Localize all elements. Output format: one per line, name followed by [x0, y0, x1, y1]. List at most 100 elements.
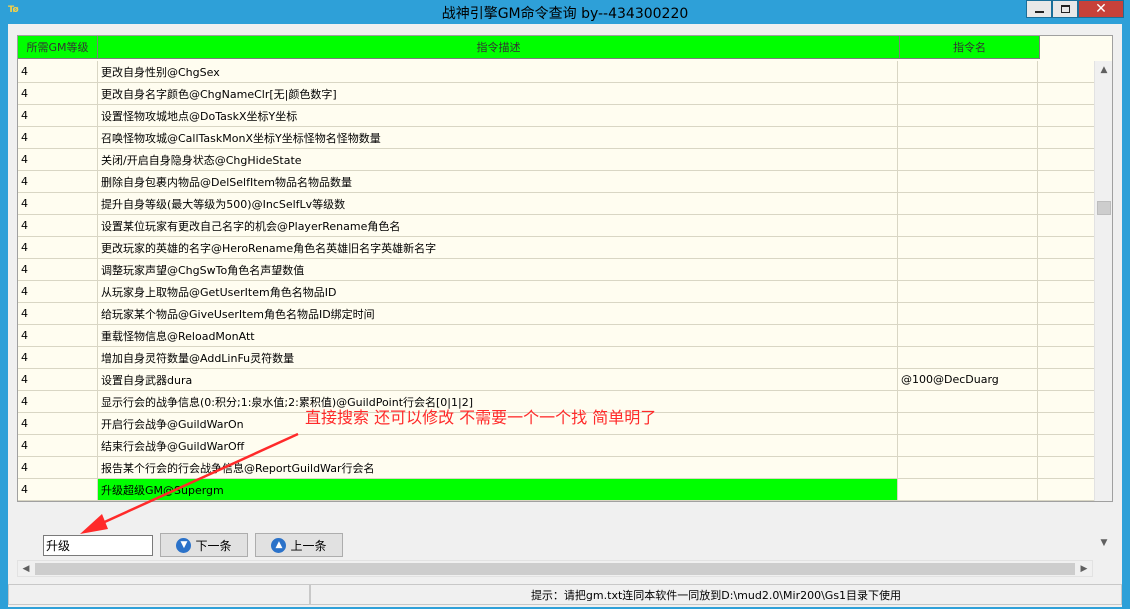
- cell-name[interactable]: [898, 325, 1038, 347]
- table-row[interactable]: 4 设置某位玩家有更改自己名字的机会@PlayerRename角色名: [18, 215, 1094, 237]
- cell-level[interactable]: 4: [18, 347, 98, 369]
- cell-level[interactable]: 4: [18, 127, 98, 149]
- cell-level[interactable]: 4: [18, 281, 98, 303]
- vertical-scrollbar[interactable]: ▲: [1094, 61, 1112, 501]
- cell-level[interactable]: 4: [18, 391, 98, 413]
- cell-level[interactable]: 4: [18, 479, 98, 501]
- cell-name[interactable]: [898, 347, 1038, 369]
- cell-name[interactable]: @100@DecDuarg: [898, 369, 1038, 391]
- scroll-down-arrow-icon[interactable]: ▼: [1095, 534, 1113, 551]
- cell-description[interactable]: 增加自身灵符数量@AddLinFu灵符数量: [98, 347, 898, 369]
- table-row[interactable]: 4 给玩家某个物品@GiveUserItem角色名物品ID绑定时间: [18, 303, 1094, 325]
- cell-level[interactable]: 4: [18, 83, 98, 105]
- cell-description[interactable]: 更改自身性别@ChgSex: [98, 61, 898, 83]
- table-row[interactable]: 4 更改自身性别@ChgSex: [18, 61, 1094, 83]
- cell-name[interactable]: [898, 457, 1038, 479]
- table-row[interactable]: 4 从玩家身上取物品@GetUserItem角色名物品ID: [18, 281, 1094, 303]
- cell-description[interactable]: 从玩家身上取物品@GetUserItem角色名物品ID: [98, 281, 898, 303]
- maximize-button[interactable]: [1052, 0, 1078, 18]
- cell-description[interactable]: 重载天关奖励配置文件@ReloadSkyPrize: [98, 501, 898, 502]
- scroll-up-arrow-icon[interactable]: ▲: [1095, 61, 1112, 78]
- cell-name[interactable]: [898, 215, 1038, 237]
- cell-level[interactable]: 4: [18, 501, 98, 502]
- vertical-scroll-thumb[interactable]: [1097, 201, 1111, 215]
- cell-name[interactable]: [898, 105, 1038, 127]
- table-row[interactable]: 4重载天关奖励配置文件@ReloadSkyPrize: [18, 501, 1094, 502]
- cell-level[interactable]: 4: [18, 259, 98, 281]
- cell-description[interactable]: 设置自身武器dura: [98, 369, 898, 391]
- table-row[interactable]: 4 提升自身等级(最大等级为500)@IncSelfLv等级数: [18, 193, 1094, 215]
- table-row[interactable]: 4 升级超级GM@Supergm: [18, 479, 1094, 501]
- cell-name[interactable]: [898, 259, 1038, 281]
- cell-description[interactable]: 升级超级GM@Supergm: [98, 479, 898, 501]
- table-row[interactable]: 4 更改自身名字颜色@ChgNameClr[无|颜色数字]: [18, 83, 1094, 105]
- scroll-right-arrow-icon[interactable]: ▶: [1076, 561, 1092, 576]
- cell-name[interactable]: [898, 479, 1038, 501]
- cell-description[interactable]: 更改自身名字颜色@ChgNameClr[无|颜色数字]: [98, 83, 898, 105]
- cell-level[interactable]: 4: [18, 325, 98, 347]
- table-row[interactable]: 4 更改玩家的英雄的名字@HeroRename角色名英雄旧名字英雄新名字: [18, 237, 1094, 259]
- cell-description[interactable]: 调整玩家声望@ChgSwTo角色名声望数值: [98, 259, 898, 281]
- cell-level[interactable]: 4: [18, 193, 98, 215]
- close-button[interactable]: ✕: [1078, 0, 1124, 18]
- cell-name[interactable]: [898, 83, 1038, 105]
- cell-name[interactable]: [898, 501, 1038, 502]
- minimize-button[interactable]: [1026, 0, 1052, 18]
- table-row[interactable]: 4 报告某个行会的行会战争信息@ReportGuildWar行会名: [18, 457, 1094, 479]
- table-row[interactable]: 4 设置自身武器dura @100@DecDuarg: [18, 369, 1094, 391]
- cell-level[interactable]: 4: [18, 61, 98, 83]
- cell-level[interactable]: 4: [18, 237, 98, 259]
- title-bar[interactable]: Tø 战神引擎GM命令查询 by--434300220 ✕: [0, 0, 1130, 24]
- cell-name[interactable]: [898, 61, 1038, 83]
- cell-description[interactable]: 结束行会战争@GuildWarOff: [98, 435, 898, 457]
- cell-description[interactable]: 重载怪物信息@ReloadMonAtt: [98, 325, 898, 347]
- search-input[interactable]: [43, 535, 153, 556]
- cell-filler: [1038, 457, 1094, 479]
- cell-name[interactable]: [898, 171, 1038, 193]
- command-grid: 所需GM等级 指令描述 指令名 4 更改自身性别@ChgSex 4 更改自身名字颜色@…: [17, 35, 1113, 502]
- cell-description[interactable]: 给玩家某个物品@GiveUserItem角色名物品ID绑定时间: [98, 303, 898, 325]
- cell-name[interactable]: [898, 435, 1038, 457]
- column-header-name[interactable]: 指令名: [900, 36, 1040, 59]
- horizontal-scrollbar[interactable]: ◀ ▶: [17, 560, 1093, 577]
- cell-level[interactable]: 4: [18, 149, 98, 171]
- table-row[interactable]: 4 设置怪物攻城地点@DoTaskX坐标Y坐标: [18, 105, 1094, 127]
- cell-level[interactable]: 4: [18, 171, 98, 193]
- cell-level[interactable]: 4: [18, 105, 98, 127]
- table-row[interactable]: 4 关闭/开启自身隐身状态@ChgHideState: [18, 149, 1094, 171]
- table-row[interactable]: 4 调整玩家声望@ChgSwTo角色名声望数值: [18, 259, 1094, 281]
- cell-name[interactable]: [898, 413, 1038, 435]
- cell-description[interactable]: 提升自身等级(最大等级为500)@IncSelfLv等级数: [98, 193, 898, 215]
- cell-name[interactable]: [898, 391, 1038, 413]
- table-row[interactable]: 4 召唤怪物攻城@CallTaskMonX坐标Y坐标怪物名怪物数量: [18, 127, 1094, 149]
- cell-level[interactable]: 4: [18, 413, 98, 435]
- column-header-level[interactable]: 所需GM等级: [18, 36, 98, 59]
- next-result-button[interactable]: ▼ 下一条: [160, 533, 248, 557]
- cell-level[interactable]: 4: [18, 369, 98, 391]
- cell-description[interactable]: 删除自身包裹内物品@DelSelfItem物品名物品数量: [98, 171, 898, 193]
- cell-name[interactable]: [898, 303, 1038, 325]
- cell-description[interactable]: 召唤怪物攻城@CallTaskMonX坐标Y坐标怪物名怪物数量: [98, 127, 898, 149]
- cell-name[interactable]: [898, 193, 1038, 215]
- table-row[interactable]: 4 删除自身包裹内物品@DelSelfItem物品名物品数量: [18, 171, 1094, 193]
- cell-name[interactable]: [898, 281, 1038, 303]
- cell-name[interactable]: [898, 149, 1038, 171]
- cell-name[interactable]: [898, 127, 1038, 149]
- cell-level[interactable]: 4: [18, 435, 98, 457]
- cell-name[interactable]: [898, 237, 1038, 259]
- table-row[interactable]: 4 增加自身灵符数量@AddLinFu灵符数量: [18, 347, 1094, 369]
- scroll-left-arrow-icon[interactable]: ◀: [18, 561, 34, 576]
- cell-description[interactable]: 报告某个行会的行会战争信息@ReportGuildWar行会名: [98, 457, 898, 479]
- cell-level[interactable]: 4: [18, 457, 98, 479]
- cell-level[interactable]: 4: [18, 215, 98, 237]
- table-row[interactable]: 4 结束行会战争@GuildWarOff: [18, 435, 1094, 457]
- cell-description[interactable]: 更改玩家的英雄的名字@HeroRename角色名英雄旧名字英雄新名字: [98, 237, 898, 259]
- horizontal-scroll-thumb[interactable]: [35, 563, 1075, 575]
- previous-result-button[interactable]: ▲ 上一条: [255, 533, 343, 557]
- cell-description[interactable]: 设置某位玩家有更改自己名字的机会@PlayerRename角色名: [98, 215, 898, 237]
- column-header-description[interactable]: 指令描述: [98, 36, 900, 59]
- cell-description[interactable]: 关闭/开启自身隐身状态@ChgHideState: [98, 149, 898, 171]
- cell-level[interactable]: 4: [18, 303, 98, 325]
- table-row[interactable]: 4 重载怪物信息@ReloadMonAtt: [18, 325, 1094, 347]
- cell-description[interactable]: 设置怪物攻城地点@DoTaskX坐标Y坐标: [98, 105, 898, 127]
